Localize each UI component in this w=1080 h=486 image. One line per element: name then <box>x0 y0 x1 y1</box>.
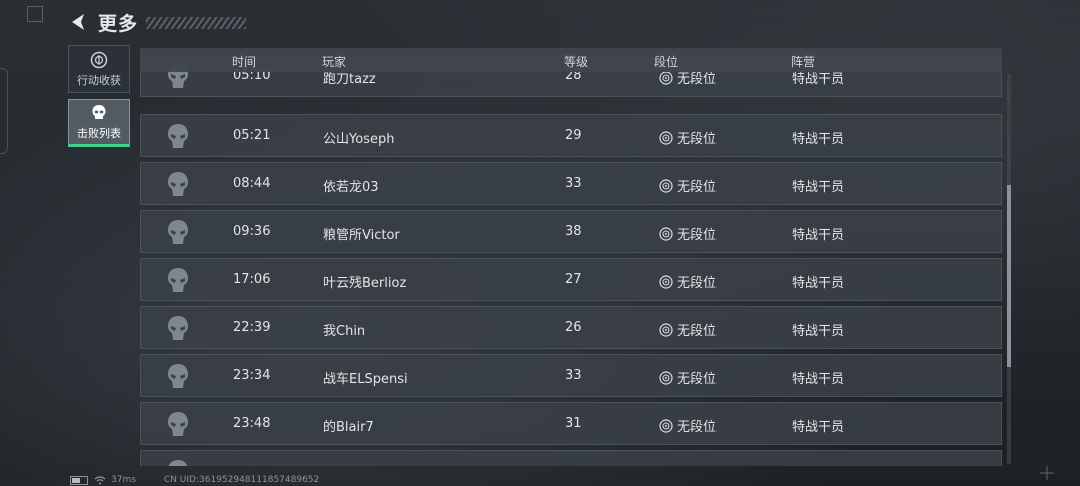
battery-icon <box>70 475 88 485</box>
ping-readout: 37ms <box>111 475 136 485</box>
row-faction: 特战干员 <box>792 180 845 195</box>
rank-badge-icon <box>659 370 673 385</box>
row-rank: 无段位 <box>659 368 716 387</box>
skull-icon <box>168 364 188 388</box>
row-level: 27 <box>565 272 582 287</box>
row-rank-label: 无段位 <box>677 276 717 291</box>
side-nav-label: 行动收获 <box>77 73 121 87</box>
skull-icon <box>168 220 188 244</box>
row-level: 29 <box>565 128 582 143</box>
row-faction: 特战干员 <box>792 276 845 291</box>
table-row[interactable]: 08:44 依若龙03 33 无段位 特战干员 <box>140 162 1002 205</box>
rank-badge-icon <box>659 130 673 145</box>
column-header-time[interactable]: 时间 <box>232 53 256 70</box>
row-rank: 无段位 <box>659 176 716 195</box>
row-faction: 特战干员 <box>792 372 845 387</box>
row-faction: 特战干员 <box>792 420 845 435</box>
table-row[interactable]: 17:06 叶云残Berlioz 27 无段位 特战干员 <box>140 258 1002 301</box>
row-rank: 无段位 <box>659 320 716 339</box>
row-rank-label: 无段位 <box>677 324 717 339</box>
row-faction: 特战干员 <box>792 132 845 147</box>
skull-icon <box>168 124 188 148</box>
crosshair-icon <box>1040 466 1054 480</box>
row-level: 33 <box>565 368 582 383</box>
skull-icon <box>168 316 188 340</box>
row-rank-label: 无段位 <box>677 420 717 435</box>
scrollbar-thumb[interactable] <box>1007 185 1011 367</box>
rank-badge-icon <box>659 226 673 241</box>
row-player: 战车ELSpensi <box>323 372 408 387</box>
table-row[interactable]: 23:34 战车ELSpensi 33 无段位 特战干员 <box>140 354 1002 397</box>
table-row[interactable]: 09:36 粮管所Victor 38 无段位 特战干员 <box>140 210 1002 253</box>
title-decoration <box>146 17 247 29</box>
skull-icon <box>168 268 188 292</box>
row-faction: 特战干员 <box>792 324 845 339</box>
side-nav-label: 击败列表 <box>77 126 121 140</box>
row-rank-label: 无段位 <box>677 180 717 195</box>
row-rank: 无段位 <box>659 224 716 243</box>
table-row[interactable]: 23:48 的Blair7 31 无段位 特战干员 <box>140 402 1002 445</box>
row-player: 依若龙03 <box>323 180 379 195</box>
kill-list-table: 05:10 跑刀tazz 28 无段位 特战干员 05:21 公山Yoseph … <box>140 48 1002 466</box>
skull-icon <box>168 412 188 436</box>
row-rank-label: 无段位 <box>677 228 717 243</box>
row-level: 31 <box>565 416 582 431</box>
chevron-left-icon <box>72 14 84 30</box>
row-player: 叶云残Berlioz <box>323 276 407 291</box>
rank-badge-icon <box>659 418 673 433</box>
row-rank-label: 无段位 <box>677 372 717 387</box>
row-time: 17:06 <box>233 272 271 287</box>
skull-icon <box>168 172 188 196</box>
row-time: 23:34 <box>233 368 271 383</box>
rank-badge-icon <box>659 322 673 337</box>
side-nav-item-kill-list[interactable]: 击败列表 <box>68 99 130 147</box>
window-corner-marker <box>27 6 43 22</box>
row-rank: 无段位 <box>659 272 716 291</box>
column-header-player[interactable]: 玩家 <box>322 53 346 70</box>
table-row[interactable]: 22:39 我Chin 26 无段位 特战干员 <box>140 306 1002 349</box>
row-player: 公山Yoseph <box>323 132 395 147</box>
column-header-faction[interactable]: 阵营 <box>791 53 815 70</box>
column-header-level[interactable]: 等级 <box>564 53 588 70</box>
row-time: 23:48 <box>233 416 271 431</box>
back-button[interactable] <box>68 11 90 33</box>
row-player: 的Blair7 <box>323 420 374 435</box>
row-level: 38 <box>565 224 582 239</box>
skull-icon <box>92 104 106 119</box>
left-edge-handle[interactable] <box>0 68 8 154</box>
side-nav-item-rewards[interactable]: 行动收获 <box>68 45 130 93</box>
page-header: 更多 <box>68 8 247 36</box>
row-rank: 无段位 <box>659 128 716 147</box>
row-faction: 特战干员 <box>792 228 845 243</box>
wifi-icon <box>94 475 106 484</box>
table-header: 时间 玩家 等级 段位 阵营 <box>140 48 1002 72</box>
row-time: 05:21 <box>233 128 271 143</box>
column-header-rank[interactable]: 段位 <box>654 53 678 70</box>
user-uid: CN UID:361952948111857489652 <box>163 475 320 485</box>
row-time: 08:44 <box>233 176 271 191</box>
coin-icon <box>90 51 108 68</box>
row-level: 26 <box>565 320 582 335</box>
row-player: 我Chin <box>323 324 366 339</box>
status-bar: 37ms CN UID:361952948111857489652 <box>70 474 319 486</box>
skull-icon <box>168 460 188 466</box>
page-title: 更多 <box>98 12 139 35</box>
row-time: 22:39 <box>233 320 271 335</box>
row-time: 09:36 <box>233 224 271 239</box>
row-level: 33 <box>565 176 582 191</box>
rank-badge-icon <box>659 178 673 193</box>
row-rank: 无段位 <box>659 416 716 435</box>
table-row-partial[interactable] <box>140 450 1002 466</box>
rank-badge-icon <box>659 274 673 289</box>
rank-badge-icon <box>659 70 673 85</box>
table-row[interactable]: 05:21 公山Yoseph 29 无段位 特战干员 <box>140 114 1002 157</box>
row-player: 粮管所Victor <box>323 228 400 243</box>
side-nav: 行动收获 击败列表 <box>68 45 130 153</box>
row-rank-label: 无段位 <box>677 132 717 147</box>
